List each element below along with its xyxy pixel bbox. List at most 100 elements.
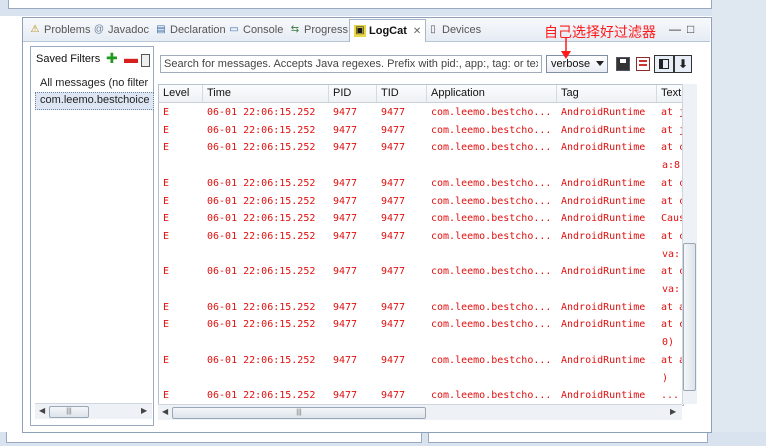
- save-log-icon[interactable]: [616, 57, 630, 71]
- cell-tid: 9477: [381, 390, 406, 402]
- cell-level: E: [163, 195, 170, 207]
- scroll-right-icon[interactable]: ▶: [141, 406, 147, 415]
- log-vertical-scroll-thumb[interactable]: [683, 243, 696, 391]
- search-input[interactable]: [160, 55, 542, 73]
- tab-problems[interactable]: ⚠ Problems: [29, 20, 91, 40]
- table-row[interactable]: E 06-01 22:06:15.252 9477 9477 com.leemo.bes…: [159, 299, 683, 316]
- scroll-thumb[interactable]: |||: [49, 406, 89, 418]
- cell-text: at a: [661, 354, 684, 366]
- declaration-icon: ▤: [156, 24, 166, 35]
- cell-tid: 9477: [381, 319, 406, 331]
- cell-tag: AndroidRuntime: [561, 195, 646, 207]
- column-header-tid[interactable]: TID: [377, 85, 427, 102]
- table-row[interactable]: E 06-01 22:06:15.252 9477 9477 com.leemo.bes…: [159, 387, 683, 404]
- cell-time: 06-01 22:06:15.252: [207, 195, 316, 207]
- scroll-right-icon[interactable]: ▶: [670, 407, 676, 416]
- tab-label: Declaration: [170, 24, 226, 36]
- tab-devices[interactable]: ▯ Devices: [427, 20, 481, 40]
- cell-tid: 9477: [381, 354, 406, 366]
- progress-icon: ⇆: [290, 24, 300, 35]
- cell-text-continuation: ): [662, 372, 669, 384]
- minimize-icon[interactable]: —: [669, 22, 681, 36]
- cell-pid: 9477: [333, 107, 358, 118]
- column-header-tag[interactable]: Tag: [557, 85, 657, 102]
- table-row[interactable]: E 06-01 22:06:15.252 9477 9477 com.leemo.bes…: [159, 263, 683, 280]
- add-filter-icon[interactable]: ✚: [106, 51, 118, 65]
- tab-progress[interactable]: ⇆ Progress: [289, 20, 348, 40]
- scroll-lock-icon[interactable]: ⬇: [674, 55, 692, 73]
- cell-tag: AndroidRuntime: [561, 319, 646, 331]
- column-header-level[interactable]: Level: [159, 85, 203, 102]
- log-level-select[interactable]: verbose: [546, 55, 608, 73]
- column-header-application[interactable]: Application: [427, 85, 557, 102]
- toggle-filters-pane-icon[interactable]: [654, 55, 674, 73]
- filter-item-selected[interactable]: com.leemo.bestchoice: [35, 92, 154, 110]
- cell-level: E: [163, 266, 170, 278]
- cell-tid: 9477: [381, 107, 406, 118]
- tab-label: Progress: [304, 24, 349, 36]
- table-row[interactable]: E 06-01 22:06:15.252 9477 9477 com.leemo.bes…: [159, 352, 683, 369]
- cell-pid: 9477: [333, 142, 358, 154]
- table-row[interactable]: E 06-01 22:06:15.252 9477 9477 com.leemo.bes…: [159, 316, 683, 333]
- table-row[interactable]: E 06-01 22:06:15.252 9477 9477 com.leemo.bes…: [159, 228, 683, 245]
- table-row[interactable]: E 06-01 22:06:15.252 9477 9477 com.leemo.bes…: [159, 104, 683, 121]
- cell-text: Caus: [661, 213, 684, 225]
- cell-text: at c: [661, 177, 684, 189]
- filters-horizontal-scrollbar[interactable]: ◀ ||| ▶: [35, 403, 152, 419]
- cell-level: E: [163, 230, 170, 242]
- cell-text: at j: [661, 124, 684, 136]
- cell-time: 06-01 22:06:15.252: [207, 124, 316, 136]
- scroll-thumb[interactable]: |||: [172, 407, 426, 419]
- cell-text-continuation: a:8: [662, 160, 681, 172]
- cell-application: com.leemo.bestcho...: [431, 230, 552, 242]
- cell-text-continuation: va:: [662, 284, 681, 295]
- cell-tid: 9477: [381, 177, 406, 189]
- edit-filter-icon[interactable]: [141, 54, 150, 67]
- tab-declaration[interactable]: ▤ Declaration: [155, 20, 226, 40]
- cell-tid: 9477: [381, 230, 406, 242]
- status-area-right: [428, 432, 708, 443]
- table-row[interactable]: E 06-01 22:06:15.252 9477 9477 com.leemo.bes…: [159, 193, 683, 210]
- tab-javadoc[interactable]: @ Javadoc: [93, 20, 149, 40]
- log-horizontal-scrollbar[interactable]: ◀ ||| ▶: [158, 404, 682, 420]
- tab-console[interactable]: ▭ Console: [228, 20, 283, 40]
- cell-tag: AndroidRuntime: [561, 142, 646, 154]
- cell-level: E: [163, 354, 170, 366]
- cell-application: com.leemo.bestcho...: [431, 319, 552, 331]
- maximize-icon[interactable]: □: [687, 22, 694, 36]
- scroll-left-icon[interactable]: ◀: [162, 407, 168, 416]
- table-row[interactable]: E 06-01 22:06:15.252 9477 9477 com.leemo.bes…: [159, 210, 683, 227]
- cell-pid: 9477: [333, 124, 358, 136]
- status-strip: [0, 432, 766, 446]
- cell-tag: AndroidRuntime: [561, 124, 646, 136]
- cell-text: at c: [661, 142, 684, 154]
- cell-time: 06-01 22:06:15.252: [207, 107, 316, 118]
- cell-time: 06-01 22:06:15.252: [207, 390, 316, 402]
- clear-log-icon[interactable]: [636, 57, 650, 71]
- cell-pid: 9477: [333, 354, 358, 366]
- cell-level: E: [163, 301, 170, 313]
- cell-text: at a: [661, 301, 684, 313]
- remove-filter-icon[interactable]: ▬: [124, 51, 138, 65]
- console-icon: ▭: [229, 24, 239, 35]
- devices-icon: ▯: [430, 24, 436, 35]
- filter-item-all-messages[interactable]: All messages (no filter: [40, 77, 152, 89]
- cell-application: com.leemo.bestcho...: [431, 301, 552, 313]
- tab-logcat[interactable]: ▣ LogCat ✕: [349, 19, 427, 42]
- scroll-left-icon[interactable]: ◀: [39, 406, 45, 415]
- column-header-pid[interactable]: PID: [329, 85, 377, 102]
- tab-label: LogCat: [369, 25, 407, 37]
- cell-time: 06-01 22:06:15.252: [207, 142, 316, 154]
- cell-text: at c: [661, 319, 684, 331]
- cell-pid: 9477: [333, 177, 358, 189]
- table-row[interactable]: E 06-01 22:06:15.252 9477 9477 com.leemo.bes…: [159, 122, 683, 139]
- column-header-time[interactable]: Time: [203, 85, 329, 102]
- cell-tag: AndroidRuntime: [561, 213, 646, 225]
- table-row[interactable]: E 06-01 22:06:15.252 9477 9477 com.leemo.bes…: [159, 139, 683, 156]
- close-icon[interactable]: ✕: [413, 26, 421, 37]
- cell-pid: 9477: [333, 301, 358, 313]
- table-row[interactable]: E 06-01 22:06:15.252 9477 9477 com.leemo.bes…: [159, 175, 683, 192]
- cell-application: com.leemo.bestcho...: [431, 142, 552, 154]
- cell-level: E: [163, 107, 170, 118]
- column-header-text[interactable]: Text: [657, 85, 683, 102]
